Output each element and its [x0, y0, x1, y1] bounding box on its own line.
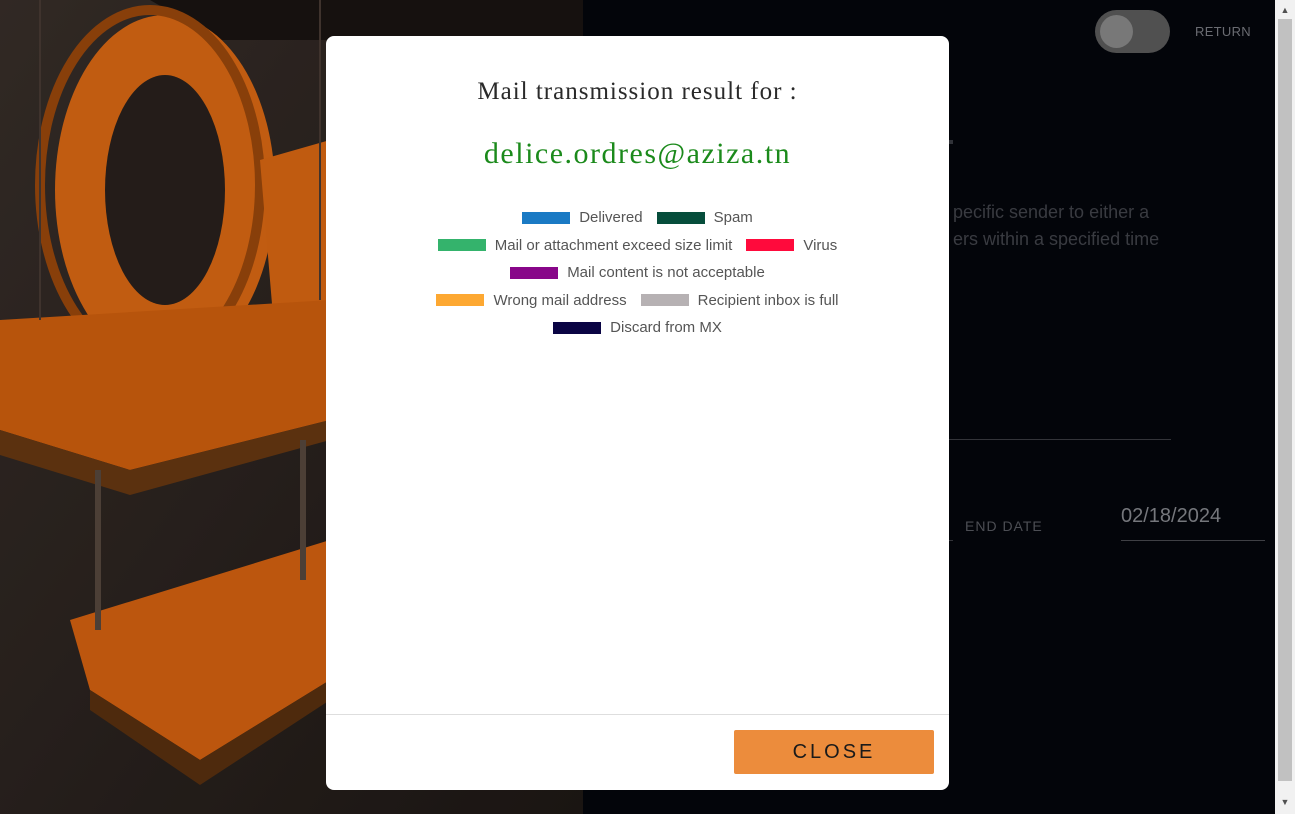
scroll-thumb[interactable] [1278, 19, 1292, 781]
modal-footer-divider [326, 714, 949, 715]
legend-label: Mail content is not acceptable [567, 264, 765, 282]
legend-item[interactable]: Wrong mail address [436, 291, 627, 309]
legend-row: Wrong mail address Recipient inbox is ful… [326, 287, 949, 315]
legend-swatch [746, 239, 795, 252]
status-legend: Delivered Spam Mail or attachment exceed s… [326, 204, 949, 342]
legend-item[interactable]: Virus [746, 237, 837, 254]
close-button[interactable]: CLOSE [734, 730, 934, 774]
recipient-email: delice.ordres@aziza.tn [483, 137, 792, 170]
mail-result-modal: Mail transmission result for : delice.or… [326, 36, 949, 790]
modal-heading: Mail transmission result for : [477, 78, 798, 105]
legend-label: Spam [713, 209, 753, 227]
legend-item[interactable]: Mail content is not acceptable [510, 264, 765, 281]
legend-swatch [510, 266, 559, 279]
legend-swatch [640, 294, 689, 307]
legend-row: Delivered Spam [326, 204, 949, 232]
legend-label: Discard from MX [610, 319, 722, 337]
legend-item[interactable]: Spam [656, 209, 753, 227]
legend-swatch [656, 211, 705, 224]
scroll-down-arrow-icon[interactable]: ▼ [1275, 794, 1295, 811]
legend-swatch [436, 294, 485, 307]
legend-item[interactable]: Discard from MX [553, 319, 722, 336]
legend-label: Delivered [579, 209, 643, 227]
legend-label: Wrong mail address [493, 291, 627, 309]
legend-row: Mail content is not acceptable [326, 259, 949, 287]
legend-label: Recipient inbox is full [697, 291, 839, 309]
legend-swatch [553, 321, 602, 334]
page-scrollbar[interactable]: ▲ ▼ [1275, 0, 1295, 814]
legend-row: Discard from MX [326, 314, 949, 342]
legend-item[interactable]: Mail or attachment exceed size limit [437, 236, 733, 254]
scroll-up-arrow-icon[interactable]: ▲ [1275, 2, 1295, 19]
legend-row: Mail or attachment exceed size limit Viru… [326, 232, 949, 260]
legend-swatch [522, 211, 571, 224]
legend-label: Mail or attachment exceed size limit [494, 236, 733, 254]
legend-item[interactable]: Recipient inbox is full [640, 291, 839, 309]
legend-item[interactable]: Delivered [522, 209, 643, 227]
legend-swatch [437, 239, 486, 252]
legend-label: Virus [803, 236, 838, 254]
